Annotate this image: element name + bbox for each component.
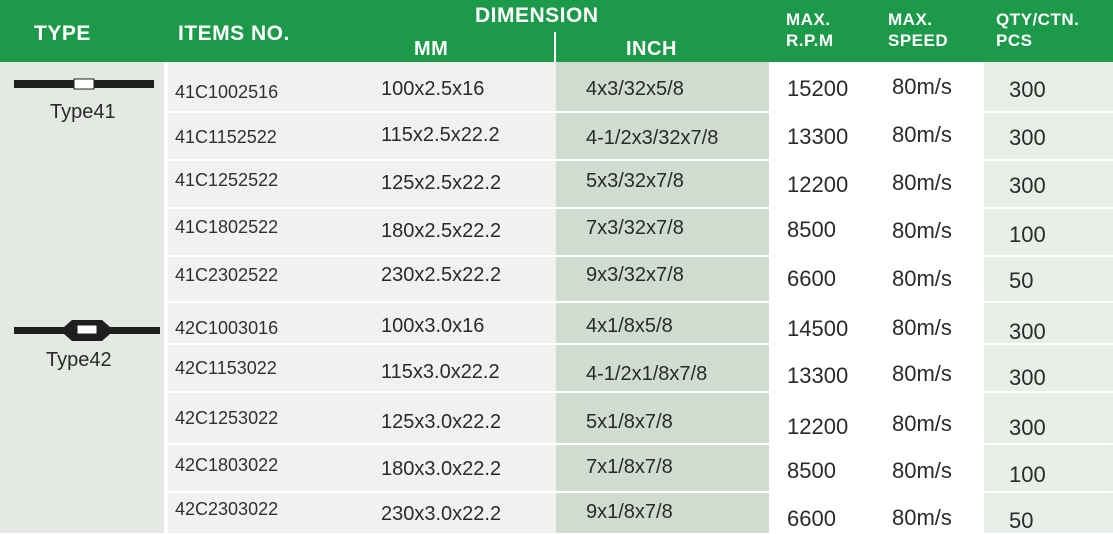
max-speed: 80m/s [892, 218, 952, 243]
header-mm: MM [414, 38, 449, 60]
dimension-inch: 5x1/8x7/8 [586, 411, 673, 433]
dimension-inch: 4x3/32x5/8 [586, 78, 684, 100]
dimension-mm: 100x2.5x16 [381, 78, 485, 100]
qty-per-carton: 300 [1009, 77, 1046, 102]
dimension-inch: 9x1/8x7/8 [586, 501, 673, 523]
dimension-mm: 115x2.5x22.2 [381, 124, 500, 146]
header-type: TYPE [34, 22, 91, 45]
item-number: 42C1803022 [175, 455, 279, 475]
column-divider [164, 62, 168, 533]
header-dimension: DIMENSION [475, 4, 599, 27]
header-max-rpm-line2: R.P.M [786, 31, 834, 50]
qty-per-carton: 50 [1009, 268, 1034, 293]
type42-label: Type42 [46, 349, 112, 371]
header-max-speed-line1: MAX. [888, 10, 933, 29]
item-number: 41C2302522 [175, 265, 279, 285]
max-rpm: 6600 [787, 506, 836, 531]
dimension-mm: 230x3.0x22.2 [381, 503, 502, 525]
dimension-inch: 9x3/32x7/8 [586, 264, 684, 286]
max-speed: 80m/s [892, 361, 952, 386]
header-qty-line2: PCS [996, 31, 1033, 50]
max-rpm: 13300 [787, 124, 849, 149]
header-max-rpm: MAX. R.P.M [786, 9, 834, 51]
row-separator [168, 301, 1113, 303]
qty-per-carton: 50 [1009, 508, 1034, 533]
max-speed: 80m/s [892, 315, 952, 340]
max-speed: 80m/s [892, 170, 952, 195]
item-number: 41C1002516 [175, 82, 279, 102]
max-rpm: 13300 [787, 363, 849, 388]
dimension-mm: 115x3.0x22.2 [381, 361, 500, 383]
qty-per-carton: 300 [1009, 319, 1046, 344]
qty-column-bg [984, 62, 1113, 533]
depressed-center-disc-profile-icon [14, 320, 160, 341]
type-column-shade [0, 62, 164, 533]
table-header: TYPE ITEMS NO. DIMENSION MM INCH MAX. R.… [0, 0, 1113, 62]
row-separator [168, 343, 1113, 345]
max-rpm: 8500 [787, 458, 836, 483]
dimension-mm: 100x3.0x16 [381, 315, 485, 337]
product-spec-table: TYPE ITEMS NO. DIMENSION MM INCH MAX. R.… [0, 0, 1113, 533]
max-rpm: 12200 [787, 172, 849, 197]
max-rpm: 8500 [787, 217, 836, 242]
qty-per-carton: 300 [1009, 365, 1046, 390]
qty-per-carton: 300 [1009, 125, 1046, 150]
max-rpm: 6600 [787, 266, 836, 291]
max-speed: 80m/s [892, 122, 952, 147]
header-items-no: ITEMS NO. [178, 22, 290, 45]
qty-per-carton: 300 [1009, 173, 1046, 198]
dimension-mm: 125x3.0x22.2 [381, 411, 502, 433]
dimension-inch: 4-1/2x1/8x7/8 [586, 363, 708, 385]
item-number: 42C1153022 [175, 358, 277, 378]
row-separator [168, 207, 1113, 209]
row-separator [168, 111, 1113, 113]
dimension-inch: 4-1/2x3/32x7/8 [586, 127, 719, 149]
header-qty-line1: QTY/CTN. [996, 10, 1080, 29]
header-inch: INCH [626, 38, 677, 60]
item-number: 42C1253022 [175, 408, 279, 428]
max-rpm: 14500 [787, 316, 849, 341]
item-number: 42C2303022 [175, 499, 279, 519]
header-qty: QTY/CTN. PCS [996, 9, 1079, 51]
flat-disc-profile-icon [14, 78, 154, 90]
max-speed: 80m/s [892, 74, 952, 99]
row-separator [168, 491, 1113, 493]
max-speed: 80m/s [892, 458, 952, 483]
header-max-speed: MAX. SPEED [888, 9, 948, 51]
type41-label: Type41 [50, 101, 116, 123]
item-number: 41C1152522 [175, 127, 277, 147]
dimension-inch: 4x1/8x5/8 [586, 315, 673, 337]
max-rpm: 12200 [787, 414, 849, 439]
qty-per-carton: 100 [1009, 462, 1046, 487]
row-separator [168, 391, 1113, 393]
row-separator [168, 255, 1113, 257]
header-max-speed-line2: SPEED [888, 31, 949, 50]
item-number: 41C1252522 [175, 170, 279, 190]
dimension-mm: 180x3.0x22.2 [381, 458, 502, 480]
dimension-mm: 230x2.5x22.2 [381, 264, 502, 286]
row-separator [168, 159, 1113, 161]
header-max-rpm-line1: MAX. [786, 10, 831, 29]
dimension-inch: 7x1/8x7/8 [586, 456, 673, 478]
dimension-mm: 125x2.5x22.2 [381, 172, 502, 194]
max-speed: 80m/s [892, 411, 952, 436]
header-divider [554, 32, 556, 62]
item-number: 42C1003016 [175, 318, 279, 338]
qty-per-carton: 300 [1009, 415, 1046, 440]
item-number: 41C1802522 [175, 217, 279, 237]
dimension-mm: 180x2.5x22.2 [381, 220, 502, 242]
dimension-inch: 7x3/32x7/8 [586, 217, 684, 239]
max-speed: 80m/s [892, 505, 952, 530]
max-rpm: 15200 [787, 76, 849, 101]
max-speed: 80m/s [892, 266, 952, 291]
row-separator [168, 443, 1113, 445]
qty-per-carton: 100 [1009, 222, 1046, 247]
dimension-inch: 5x3/32x7/8 [586, 170, 684, 192]
